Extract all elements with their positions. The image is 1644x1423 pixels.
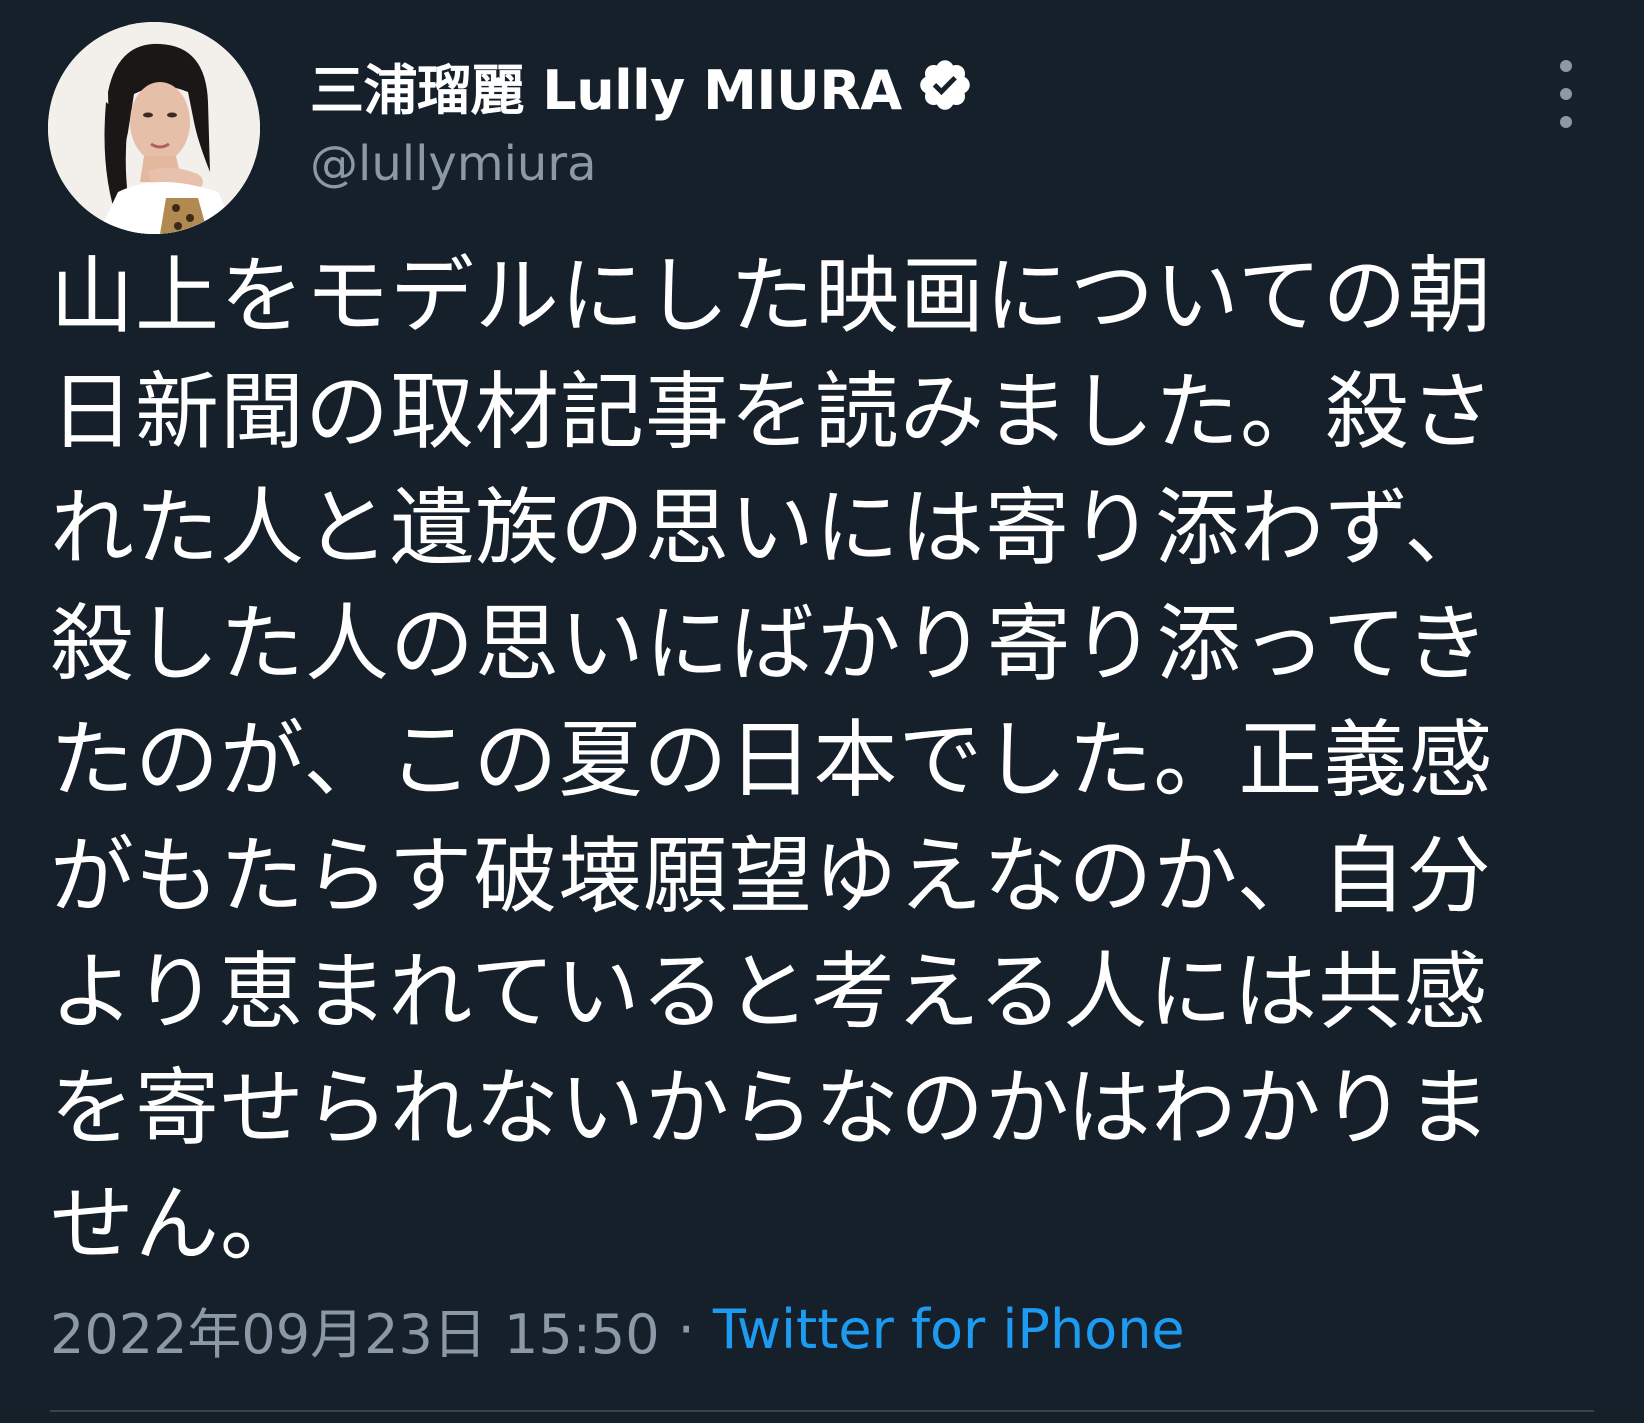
- more-options-button[interactable]: [1548, 52, 1584, 136]
- verified-badge-icon: [916, 56, 974, 114]
- name-row: 三浦瑠麗 Lully MIURA: [310, 40, 974, 130]
- divider: [50, 1410, 1594, 1412]
- tweet-timestamp[interactable]: 2022年09月23日 15:50: [50, 1290, 660, 1369]
- author-display-name[interactable]: 三浦瑠麗 Lully MIURA: [310, 46, 902, 125]
- tweet-meta: 2022年09月23日 15:50 · Twitter for iPhone: [50, 1290, 1185, 1369]
- author-info: 三浦瑠麗 Lully MIURA @lullymiura: [310, 40, 974, 192]
- author-handle[interactable]: @lullymiura: [310, 136, 974, 192]
- tweet-source-link[interactable]: Twitter for iPhone: [713, 1298, 1185, 1361]
- tweet-detail: 三浦瑠麗 Lully MIURA @lullymiura 山上をモデルにした映画…: [0, 0, 1644, 1423]
- avatar-image: [48, 22, 260, 234]
- tweet-text: 山上をモデルにした映画についての朝日新聞の取材記事を読みました。殺された人と遺族…: [50, 247, 1496, 1273]
- meta-separator: ·: [677, 1298, 695, 1361]
- more-vertical-icon: [1560, 60, 1572, 128]
- avatar[interactable]: [48, 22, 260, 234]
